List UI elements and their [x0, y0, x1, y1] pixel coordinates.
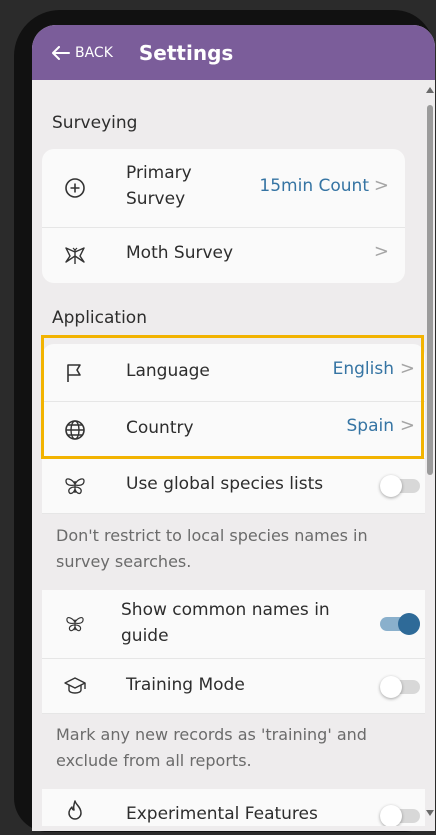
- toggle-knob: [380, 475, 402, 497]
- surveying-card: Primary Survey 15min Count > Moth Survey…: [42, 149, 405, 283]
- chevron-right-icon: >: [399, 358, 415, 379]
- moth-icon: [62, 243, 88, 269]
- training-mode-label: Training Mode: [126, 675, 245, 695]
- flag-icon: [62, 360, 88, 386]
- back-label: BACK: [75, 44, 113, 61]
- section-title-surveying: Surveying: [52, 113, 138, 133]
- experimental-row[interactable]: Experimental Features: [42, 789, 425, 826]
- toggle-knob: [398, 613, 420, 635]
- moth-survey-label: Moth Survey: [126, 243, 234, 263]
- language-row[interactable]: Language English >: [42, 344, 425, 402]
- training-mode-note: Mark any new records as 'training' and e…: [56, 725, 367, 771]
- app-header: BACK Settings: [32, 25, 435, 80]
- country-value: Spain: [346, 416, 395, 436]
- arrow-left-icon: [52, 45, 70, 60]
- back-button[interactable]: BACK: [52, 45, 113, 61]
- global-species-note-row: Don't restrict to local species names in…: [42, 514, 425, 590]
- common-names-toggle[interactable]: [380, 613, 420, 635]
- primary-survey-value: 15min Count: [259, 176, 369, 196]
- section-title-application: Application: [52, 308, 147, 328]
- common-names-label: Show common names in guide: [121, 598, 330, 649]
- experimental-label: Experimental Features: [126, 804, 318, 824]
- scroll-up-arrow-icon[interactable]: [426, 87, 434, 93]
- global-species-toggle[interactable]: [380, 475, 420, 497]
- globe-icon: [62, 417, 88, 443]
- country-label: Country: [126, 418, 194, 438]
- global-species-note: Don't restrict to local species names in…: [56, 526, 368, 572]
- common-names-label-line1: Show common names in: [121, 600, 330, 620]
- chevron-right-icon: >: [399, 415, 415, 436]
- scrollbar-thumb[interactable]: [427, 105, 433, 475]
- primary-survey-label-line2: Survey: [126, 188, 186, 209]
- language-label: Language: [126, 361, 210, 381]
- language-value: English: [332, 359, 394, 379]
- toggle-knob: [380, 805, 402, 826]
- flame-icon: [62, 797, 88, 823]
- moth-survey-row[interactable]: Moth Survey >: [42, 228, 405, 283]
- butterfly-icon: [62, 473, 88, 499]
- primary-survey-label: Primary Survey: [126, 161, 192, 212]
- butterfly-icon: [62, 611, 88, 637]
- country-row[interactable]: Country Spain >: [42, 402, 425, 459]
- plus-circle-icon: [62, 175, 88, 201]
- training-mode-row[interactable]: Training Mode: [42, 659, 425, 714]
- common-names-label-line2: guide: [121, 625, 169, 646]
- training-mode-toggle[interactable]: [380, 676, 420, 698]
- common-names-row[interactable]: Show common names in guide: [42, 590, 425, 659]
- page-title: Settings: [138, 40, 234, 65]
- experimental-toggle[interactable]: [380, 805, 420, 826]
- primary-survey-row[interactable]: Primary Survey 15min Count >: [42, 149, 405, 228]
- primary-survey-label-line1: Primary: [126, 163, 192, 183]
- training-mode-note-row: Mark any new records as 'training' and e…: [42, 714, 425, 789]
- graduation-cap-icon: [62, 673, 88, 699]
- toggle-knob: [380, 676, 402, 698]
- chevron-right-icon: >: [373, 175, 389, 196]
- chevron-right-icon: >: [373, 241, 389, 262]
- global-species-row[interactable]: Use global species lists: [42, 459, 425, 514]
- app-screen: BACK Settings Surveying Primary Survey 1…: [32, 25, 435, 831]
- application-card: Language English > Country Spain > Use g…: [42, 344, 425, 826]
- settings-list[interactable]: Surveying Primary Survey 15min Count > M…: [32, 80, 435, 831]
- scroll-down-arrow-icon[interactable]: [426, 810, 434, 816]
- global-species-label: Use global species lists: [126, 474, 324, 494]
